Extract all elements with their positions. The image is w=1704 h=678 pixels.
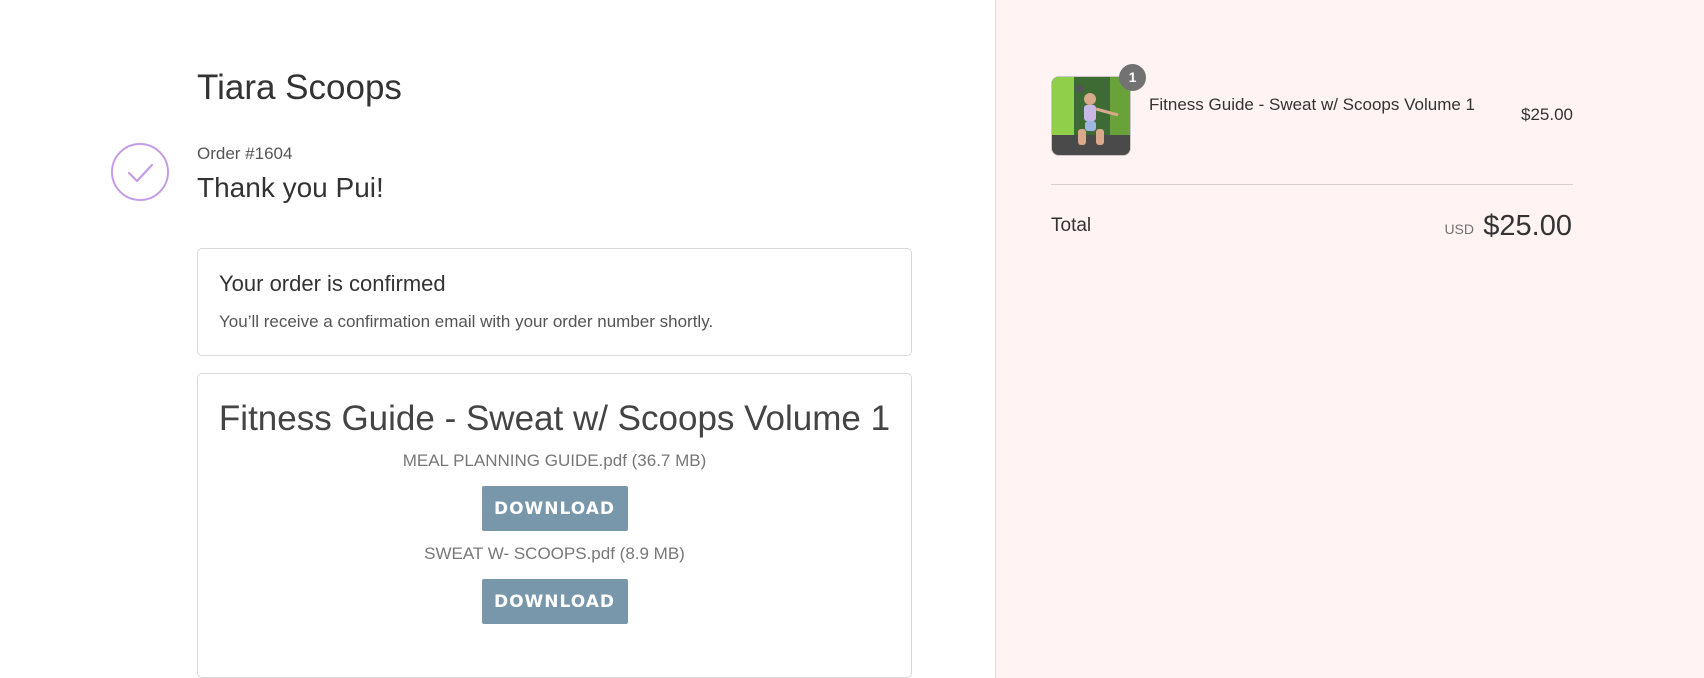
checkmark-icon-svg	[127, 163, 154, 183]
total-label: Total	[1051, 215, 1092, 236]
download-product-title: Fitness Guide - Sweat w/ Scoops Volume 1	[218, 399, 891, 438]
download-button-sweat[interactable]: DOWNLOAD	[481, 579, 628, 624]
product-thumbnail-image	[1052, 77, 1130, 155]
download-file-name: SWEAT W- SCOOPS.pdf (8.9 MB)	[424, 544, 685, 563]
digital-downloads-card: Fitness Guide - Sweat w/ Scoops Volume 1…	[197, 373, 912, 678]
order-summary-sidebar: 1 Fitness Guide - Sweat w/ Scoops Volume…	[995, 0, 1704, 678]
line-item-name: Fitness Guide - Sweat w/ Scoops Volume 1	[1149, 95, 1475, 114]
thank-you-heading: Thank you Pui!	[197, 172, 384, 203]
summary-divider	[1051, 184, 1573, 185]
order-confirmed-message: You’ll receive a confirmation email with…	[219, 312, 714, 331]
store-name: Tiara Scoops	[197, 68, 402, 107]
quantity-badge: 1	[1119, 64, 1146, 91]
main-content: Tiara Scoops Order #1604 Thank you Pui! …	[0, 0, 995, 678]
checkmark-icon	[111, 143, 169, 201]
order-number: Order #1604	[197, 144, 293, 163]
download-file-name: MEAL PLANNING GUIDE.pdf (36.7 MB)	[402, 451, 707, 470]
line-item: 1 Fitness Guide - Sweat w/ Scoops Volume…	[1051, 64, 1573, 158]
total-currency: USD	[1444, 221, 1474, 237]
download-button-meal-planning[interactable]: DOWNLOAD	[481, 486, 628, 531]
total-amount: $25.00	[1483, 210, 1572, 242]
line-item-price: $25.00	[1521, 105, 1573, 124]
order-confirmed-card: Your order is confirmed You’ll receive a…	[197, 248, 912, 356]
order-status-page: Tiara Scoops Order #1604 Thank you Pui! …	[0, 0, 1704, 678]
product-thumbnail	[1051, 76, 1131, 156]
order-confirmed-title: Your order is confirmed	[219, 271, 446, 296]
